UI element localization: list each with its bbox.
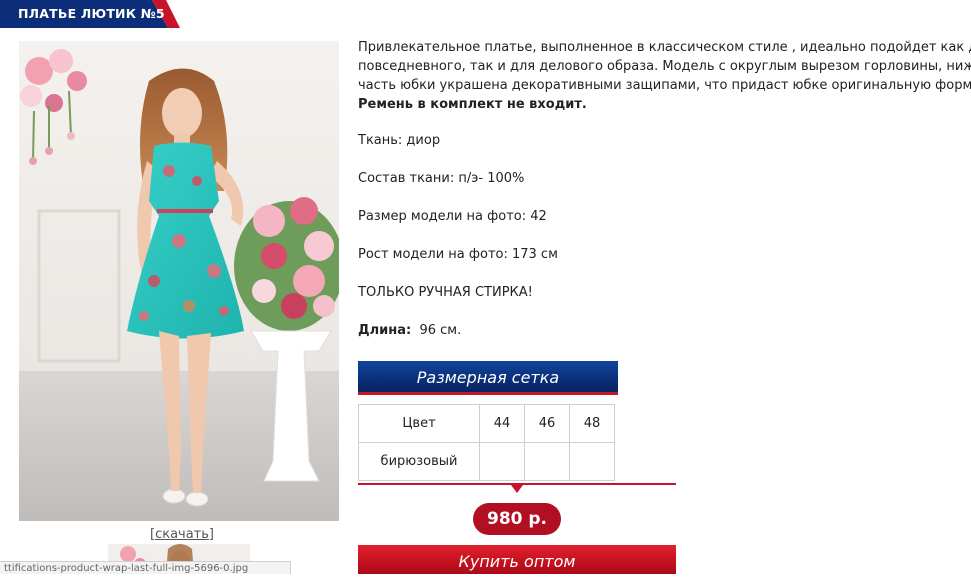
size-chart-header: Размерная сетка bbox=[358, 361, 618, 395]
model-size-info: Размер модели на фото: 42 bbox=[358, 209, 547, 224]
composition-info: Состав ткани: п/э- 100% bbox=[358, 171, 525, 186]
price-pointer-icon bbox=[511, 485, 523, 493]
product-title: ПЛАТЬЕ ЛЮТИК №5 bbox=[18, 6, 165, 21]
description-line: повседневного, так и для делового образа… bbox=[358, 59, 971, 74]
buy-wholesale-button[interactable]: Купить оптом bbox=[358, 545, 676, 574]
size-header-cell: 46 bbox=[524, 404, 570, 443]
product-description: Привлекательное платье, выполненное в кл… bbox=[358, 38, 971, 114]
care-info: ТОЛЬКО РУЧНАЯ СТИРКА! bbox=[358, 285, 533, 300]
belt-note: Ремень в комплект не входит. bbox=[358, 97, 587, 112]
color-column-header: Цвет bbox=[358, 404, 480, 443]
browser-status-bar: ttifications-product-wrap-last-full-img-… bbox=[0, 561, 291, 574]
size-header-cell: 48 bbox=[569, 404, 615, 443]
size-chart-table: Цвет 44 46 48 бирюзовый bbox=[358, 404, 615, 481]
product-photo[interactable] bbox=[19, 41, 339, 521]
size-row: бирюзовый bbox=[358, 442, 615, 481]
price-badge: 980 р. bbox=[473, 503, 561, 535]
color-name-cell: бирюзовый bbox=[358, 442, 480, 481]
quantity-cell[interactable] bbox=[479, 442, 525, 481]
quantity-cell[interactable] bbox=[524, 442, 570, 481]
description-line: часть юбки украшена декоративными защипа… bbox=[358, 78, 971, 93]
product-title-badge: ПЛАТЬЕ ЛЮТИК №5 bbox=[0, 0, 180, 28]
dress-model-illustration bbox=[19, 41, 339, 521]
size-header-cell: 44 bbox=[479, 404, 525, 443]
length-info: Длина: 96 см. bbox=[358, 323, 461, 338]
length-label: Длина: bbox=[358, 323, 412, 338]
quantity-cell[interactable] bbox=[569, 442, 615, 481]
description-line: Привлекательное платье, выполненное в кл… bbox=[358, 40, 971, 55]
download-photo-link[interactable]: [скачать] bbox=[150, 527, 214, 542]
fabric-info: Ткань: диор bbox=[358, 133, 441, 148]
model-height-info: Рост модели на фото: 173 см bbox=[358, 247, 558, 262]
length-value: 96 см. bbox=[419, 323, 462, 338]
size-header-row: Цвет 44 46 48 bbox=[358, 404, 615, 443]
